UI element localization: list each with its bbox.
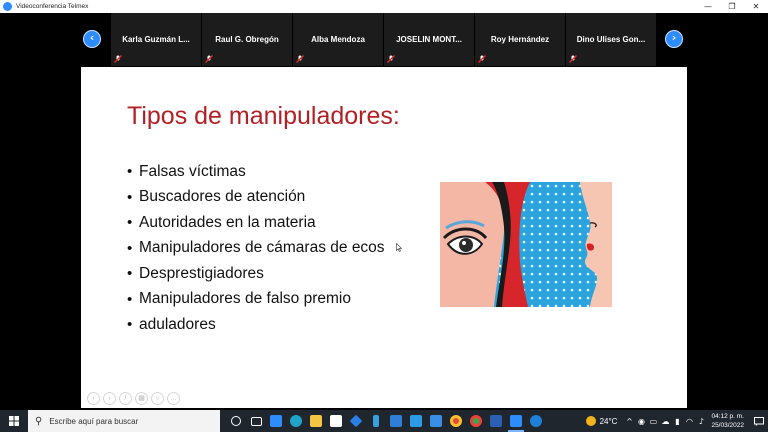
list-item: • Buscadores de atención [127, 188, 306, 206]
photos-icon[interactable] [426, 410, 446, 432]
bullet-text: Manipuladores de cámaras de ecos [139, 239, 385, 257]
weather-temperature: 24°C [599, 416, 618, 426]
onedrive-icon[interactable]: ☁ [659, 410, 671, 432]
participant-tile[interactable]: Dino Ulises Gon... [566, 13, 656, 66]
word-icon[interactable] [486, 410, 506, 432]
participant-tile[interactable]: Alba Mendoza [293, 13, 383, 66]
whisper-illustration [440, 182, 612, 307]
title-bar: Videoconferencia Telmex — ❐ ✕ [0, 0, 768, 13]
muted-mic-icon [205, 55, 213, 63]
help-icon[interactable] [526, 410, 546, 432]
cortana-icon[interactable] [226, 410, 246, 432]
bullet-text: Buscadores de atención [139, 188, 306, 206]
window-controls: — ❐ ✕ [696, 0, 768, 13]
file-explorer-icon[interactable] [306, 410, 326, 432]
mail-icon[interactable] [386, 410, 406, 432]
more-options-icon[interactable]: … [167, 392, 180, 405]
videoconference-app-icon[interactable] [506, 410, 526, 432]
chrome-icon[interactable] [446, 410, 466, 432]
next-participants-button[interactable]: › [665, 30, 683, 48]
mouse-cursor-icon [396, 243, 402, 252]
start-button[interactable] [0, 410, 28, 432]
close-button[interactable]: ✕ [744, 0, 768, 13]
pen-icon[interactable]: / [119, 392, 132, 405]
location-icon[interactable]: ◉ [635, 410, 647, 432]
list-item: • Falsas víctimas [127, 162, 246, 181]
slide-toolbar: ‹ › / ▦ ○ … [87, 392, 180, 405]
app-logo-icon [3, 2, 12, 11]
previous-participants-button[interactable]: ‹ [83, 30, 101, 48]
slide-title: Tipos de manipuladores: [127, 102, 400, 130]
dropbox-icon[interactable] [346, 410, 366, 432]
notifications-icon[interactable] [750, 410, 768, 432]
zoom-icon[interactable]: ○ [151, 392, 164, 405]
maximize-button[interactable]: ❐ [720, 0, 744, 13]
list-item: • Manipuladores de cámaras de ecos [127, 239, 385, 257]
clock[interactable]: 04:12 p. m. 25/03/2022 [711, 412, 744, 430]
search-icon: ⚲ [35, 415, 43, 427]
participant-name: Karla Guzmán L... [122, 35, 190, 44]
windows-logo-icon [9, 416, 19, 426]
task-view-icon[interactable] [246, 410, 266, 432]
calendar-icon[interactable] [326, 410, 346, 432]
battery-icon[interactable]: ▮ [671, 410, 683, 432]
sun-icon [585, 416, 596, 426]
muted-mic-icon [114, 55, 122, 63]
app-lightning-icon[interactable] [366, 410, 386, 432]
participant-strip: ‹ Karla Guzmán L... Raul G. Obregón Alba… [0, 13, 768, 66]
participant-tile[interactable]: JOSELIN MONT... [384, 13, 474, 66]
shared-slide: Tipos de manipuladores: • Falsas víctimas… [81, 67, 687, 408]
bullet-text: Autoridades en la materia [139, 213, 316, 231]
wifi-icon[interactable]: ◠ [683, 410, 695, 432]
store-icon[interactable] [406, 410, 426, 432]
taskbar: ⚲ Escribe aquí para buscar 24°C ^ ◉ ▭ ☁ … [0, 410, 768, 432]
participant-tile[interactable]: Raul G. Obregón [202, 13, 292, 66]
taskbar-search-input[interactable]: ⚲ Escribe aquí para buscar [28, 410, 220, 432]
app-tray-icon[interactable]: ▭ [647, 410, 659, 432]
volume-icon[interactable]: ♪ [695, 410, 707, 432]
bullet-text: Manipuladores de falso premio [139, 290, 351, 308]
previous-slide-icon[interactable]: ‹ [87, 392, 100, 405]
list-item: • Desprestigiadores [127, 264, 264, 283]
clock-date: 25/03/2022 [711, 422, 744, 429]
list-item: • Manipuladores de falso premio [127, 290, 351, 308]
participant-name: Alba Mendoza [311, 35, 365, 44]
participant-tile[interactable]: Karla Guzmán L... [111, 13, 201, 66]
chevron-up-icon[interactable]: ^ [623, 410, 635, 432]
muted-mic-icon [296, 55, 304, 63]
bullet-text: aduladores [139, 315, 216, 333]
minimize-button[interactable]: — [696, 0, 720, 13]
window-title: Videoconferencia Telmex [16, 3, 89, 10]
muted-mic-icon [569, 55, 577, 63]
list-item: • Autoridades en la materia [127, 213, 316, 232]
muted-mic-icon [478, 55, 486, 63]
slides-grid-icon[interactable]: ▦ [135, 392, 148, 405]
next-slide-icon[interactable]: › [103, 392, 116, 405]
participant-name: Roy Hernández [490, 35, 550, 44]
taskbar-apps [226, 410, 546, 432]
system-tray: 24°C ^ ◉ ▭ ☁ ▮ ◠ ♪ 04:12 p. m. 25/03/202… [585, 410, 768, 432]
participant-name: JOSELIN MONT... [396, 35, 462, 44]
chrome-profile-icon[interactable] [466, 410, 486, 432]
search-placeholder: Escribe aquí para buscar [49, 416, 139, 426]
muted-mic-icon [387, 55, 395, 63]
bullet-list: • Falsas víctimas • Buscadores de atención… [127, 159, 385, 338]
participant-name: Dino Ulises Gon... [576, 35, 646, 44]
app-window: Videoconferencia Telmex — ❐ ✕ ‹ Karla Gu… [0, 0, 768, 432]
bullet-text: Falsas víctimas [139, 162, 246, 180]
weather-widget[interactable]: 24°C [585, 416, 618, 426]
clock-time: 04:12 p. m. [711, 413, 744, 420]
zoom-meetings-icon[interactable] [266, 410, 286, 432]
participant-tile[interactable]: Roy Hernández [475, 13, 565, 66]
edge-browser-icon[interactable] [286, 410, 306, 432]
participant-name: Raul G. Obregón [215, 35, 279, 44]
list-item: • aduladores [127, 315, 216, 334]
bullet-text: Desprestigiadores [139, 264, 264, 282]
